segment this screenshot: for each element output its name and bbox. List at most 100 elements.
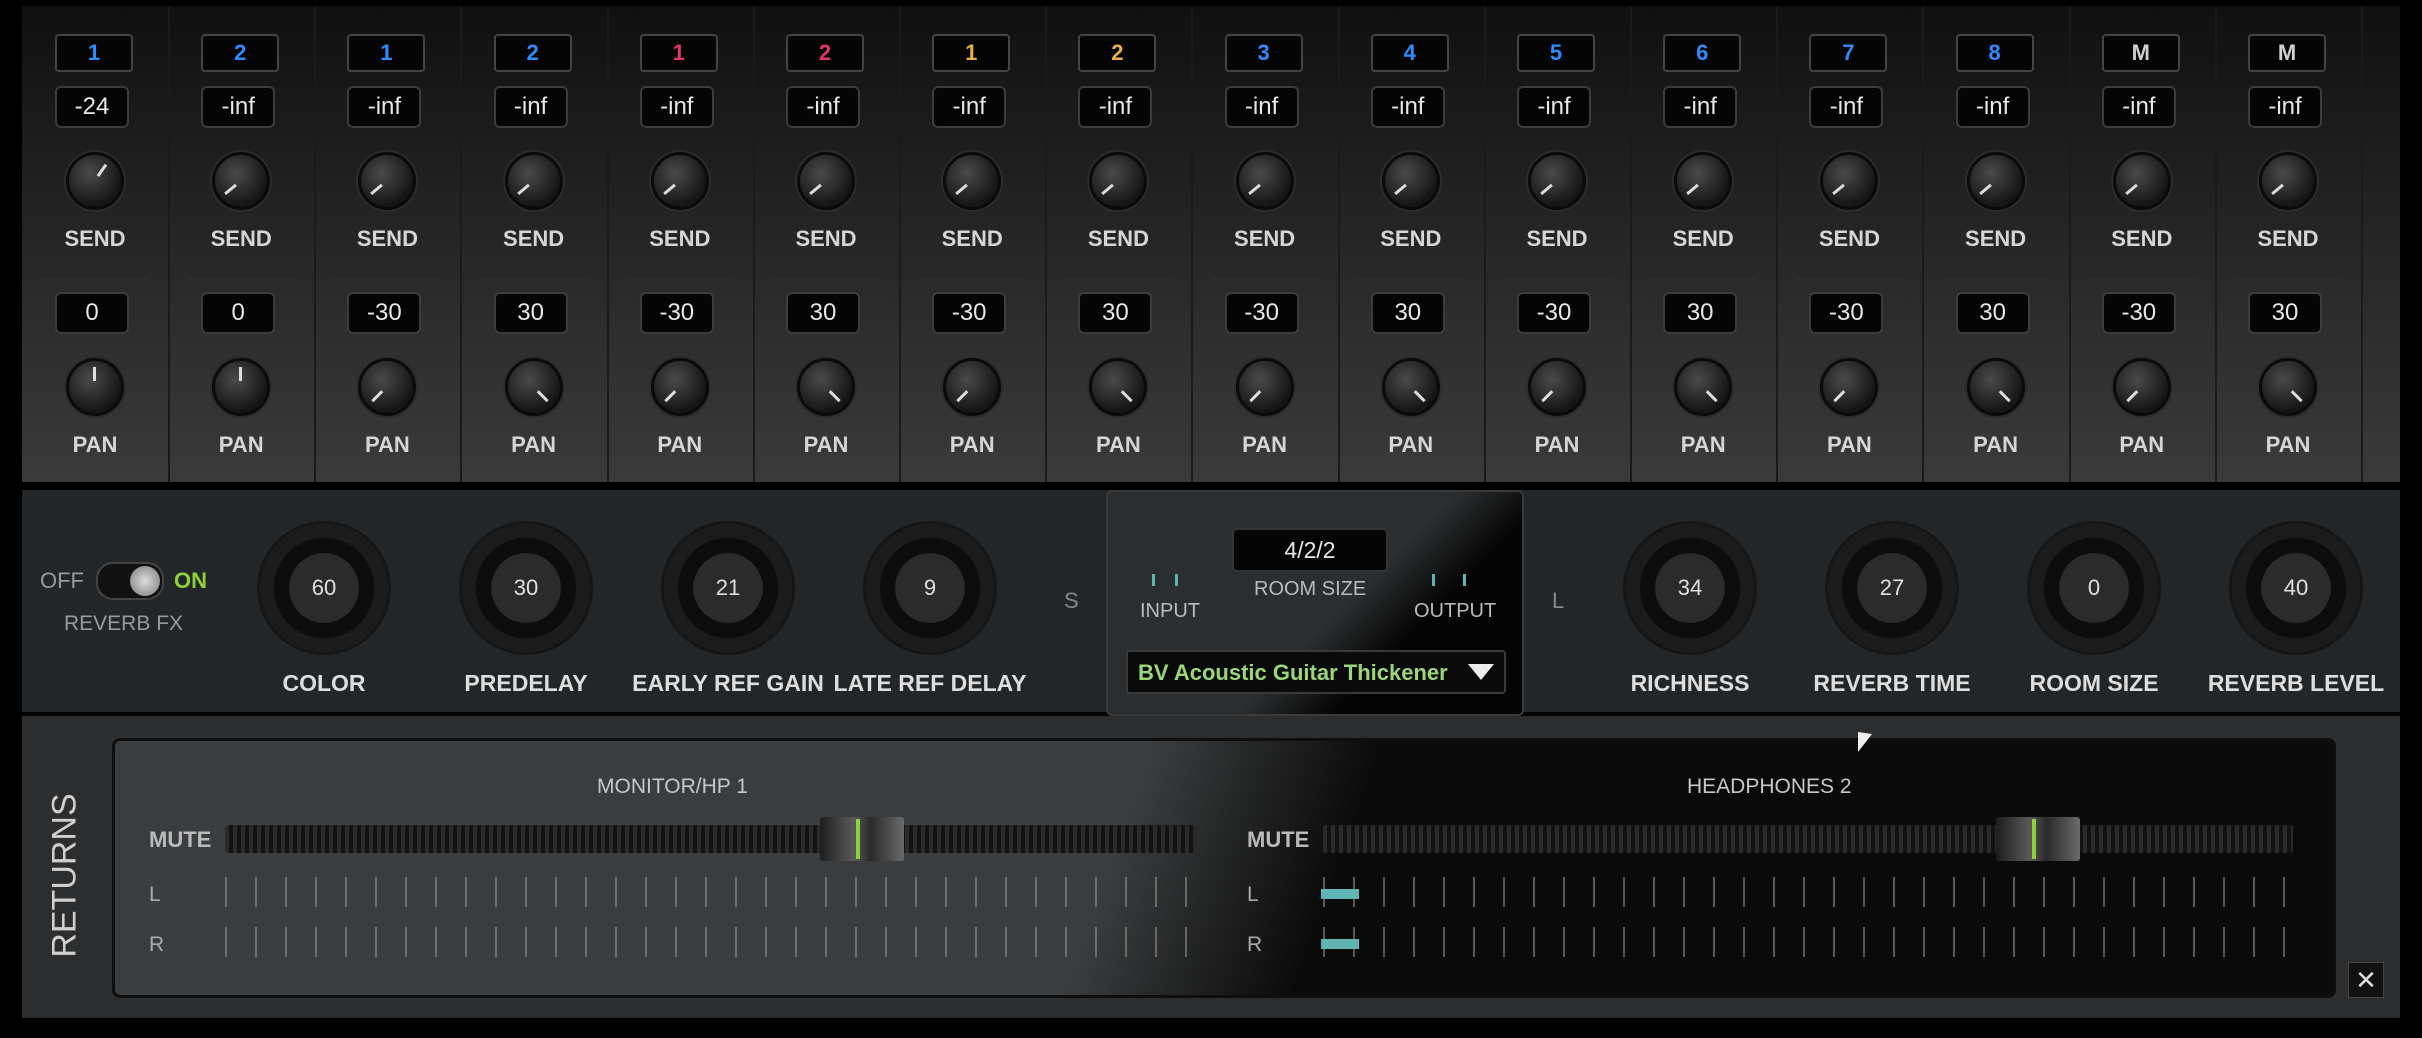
send-value[interactable]: -inf [639, 86, 714, 128]
send-knob[interactable] [1966, 152, 2025, 210]
pan-value[interactable]: -30 [932, 292, 1007, 334]
send-knob[interactable] [1235, 152, 1294, 210]
reverb-right-knob[interactable]: 0 [2030, 524, 2158, 652]
pan-value[interactable]: 30 [786, 292, 860, 334]
pan-value[interactable]: -30 [2101, 292, 2176, 334]
channel-number[interactable]: 2 [1078, 34, 1157, 72]
channel-number[interactable]: 2 [493, 34, 572, 72]
send-value[interactable]: -inf [1809, 86, 1884, 128]
channel-number[interactable]: M [2248, 34, 2326, 72]
channel-number[interactable]: 4 [1370, 34, 1449, 72]
headphones-fader[interactable] [1323, 817, 2293, 861]
pan-value[interactable]: 30 [1370, 292, 1445, 334]
pan-knob[interactable] [1381, 358, 1440, 416]
pan-value[interactable]: -30 [639, 292, 714, 334]
pan-value[interactable]: 30 [1663, 292, 1738, 334]
reverb-right-knob[interactable]: 27 [1828, 524, 1956, 652]
channel-number[interactable]: 2 [201, 34, 280, 72]
channel-number[interactable]: 3 [1224, 34, 1303, 72]
reverb-left-knob-label: LATE REF DELAY [833, 670, 1027, 696]
send-value[interactable]: -inf [2101, 86, 2176, 128]
send-knob[interactable] [1381, 152, 1440, 210]
monitor-fader[interactable] [225, 817, 1197, 861]
channel-number[interactable]: 2 [786, 34, 864, 72]
send-value[interactable]: -inf [932, 86, 1007, 128]
send-value[interactable]: -inf [2248, 86, 2322, 128]
pan-value[interactable]: 30 [1955, 292, 2030, 334]
preset-select[interactable]: BV Acoustic Guitar Thickener [1126, 650, 1506, 694]
pan-knob[interactable] [212, 358, 271, 416]
close-icon[interactable]: ✕ [2348, 962, 2384, 998]
send-value[interactable]: -inf [493, 86, 568, 128]
pan-knob[interactable] [1528, 358, 1586, 416]
send-value[interactable]: -inf [1663, 86, 1738, 128]
send-value[interactable]: -inf [1955, 86, 2030, 128]
send-value[interactable]: -inf [1370, 86, 1445, 128]
monitor-fader-handle[interactable] [819, 817, 904, 861]
send-knob[interactable] [943, 152, 1002, 210]
send-knob[interactable] [1820, 152, 1879, 210]
send-knob[interactable] [504, 152, 563, 210]
send-knob[interactable] [66, 152, 124, 210]
reverb-left-knob[interactable]: 30 [462, 524, 590, 652]
send-knob[interactable] [1674, 152, 1733, 210]
pan-knob[interactable] [943, 358, 1002, 416]
pan-value[interactable]: -30 [347, 292, 422, 334]
pan-knob[interactable] [2112, 358, 2171, 416]
send-knob[interactable] [2259, 152, 2317, 210]
reverb-toggle[interactable] [96, 562, 164, 600]
pan-knob[interactable] [1089, 358, 1148, 416]
send-knob[interactable] [797, 152, 855, 210]
send-knob[interactable] [1089, 152, 1148, 210]
pan-value[interactable]: -30 [1224, 292, 1299, 334]
send-knob[interactable] [1528, 152, 1586, 210]
pan-value[interactable]: 0 [55, 292, 129, 334]
pan-value[interactable]: 30 [1078, 292, 1153, 334]
send-knob[interactable] [2112, 152, 2171, 210]
channel-number[interactable]: 7 [1809, 34, 1888, 72]
channel-number[interactable]: 1 [55, 34, 133, 72]
send-value[interactable]: -24 [55, 86, 129, 128]
channel-number[interactable]: 1 [347, 34, 426, 72]
monitor-mute-button[interactable]: MUTE [149, 827, 211, 853]
pan-knob[interactable] [1966, 358, 2025, 416]
send-value[interactable]: -inf [347, 86, 422, 128]
channel-number[interactable]: 1 [932, 34, 1011, 72]
room-size-display[interactable]: 4/2/2 [1232, 528, 1388, 572]
channel-number[interactable]: 1 [639, 34, 718, 72]
headphones-fader-handle[interactable] [1996, 817, 2081, 861]
pan-knob[interactable] [797, 358, 855, 416]
send-value[interactable]: -inf [1517, 86, 1591, 128]
pan-knob[interactable] [2259, 358, 2317, 416]
channel-number[interactable]: 5 [1517, 34, 1595, 72]
pan-knob[interactable] [1674, 358, 1733, 416]
reverb-right-knob[interactable]: 40 [2232, 524, 2360, 652]
send-value[interactable]: -inf [1224, 86, 1299, 128]
pan-value[interactable]: 30 [493, 292, 568, 334]
pan-value[interactable]: -30 [1809, 292, 1884, 334]
pan-value[interactable]: 0 [201, 292, 276, 334]
pan-value[interactable]: -30 [1517, 292, 1591, 334]
channel-number[interactable]: M [2101, 34, 2180, 72]
channel-number[interactable]: 6 [1663, 34, 1742, 72]
send-knob[interactable] [212, 152, 271, 210]
reverb-left-knob[interactable]: 60 [260, 524, 388, 652]
send-knob[interactable] [358, 152, 417, 210]
reverb-left-knob[interactable]: 21 [664, 524, 792, 652]
channel-number[interactable]: 8 [1955, 34, 2034, 72]
pan-knob[interactable] [650, 358, 709, 416]
pan-knob[interactable] [1820, 358, 1879, 416]
pan-knob[interactable] [66, 358, 124, 416]
reverb-left-knob[interactable]: 9 [866, 524, 994, 652]
send-value[interactable]: -inf [201, 86, 276, 128]
send-value[interactable]: -inf [786, 86, 860, 128]
pan-value[interactable]: 30 [2248, 292, 2322, 334]
pan-knob[interactable] [504, 358, 563, 416]
headphones-mute-button[interactable]: MUTE [1247, 827, 1309, 853]
reverb-right-knob[interactable]: 34 [1626, 524, 1754, 652]
pan-knob[interactable] [358, 358, 417, 416]
pan-knob[interactable] [1235, 358, 1294, 416]
channel-strip: 2 -inf SEND 0 PAN [168, 6, 317, 482]
send-knob[interactable] [650, 152, 709, 210]
send-value[interactable]: -inf [1078, 86, 1153, 128]
